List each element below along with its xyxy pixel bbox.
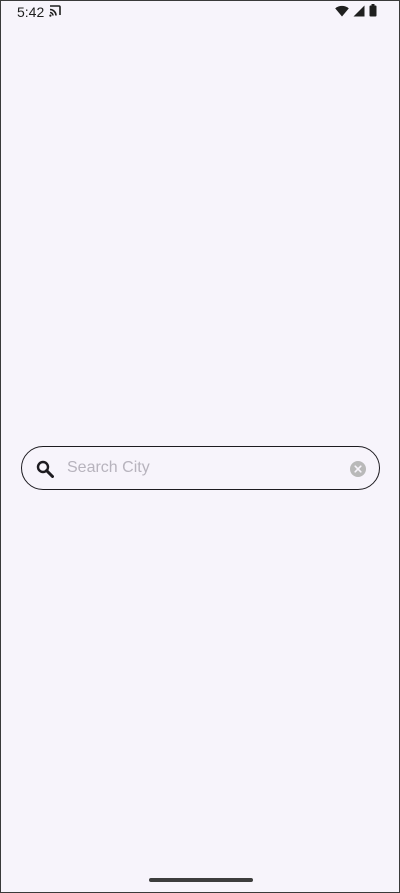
clear-icon[interactable] <box>350 461 366 477</box>
app-screen: 5:42 <box>0 0 400 893</box>
battery-icon <box>369 4 377 17</box>
signal-icon <box>353 5 365 16</box>
status-time: 5:42 <box>17 4 45 20</box>
search-icon <box>36 460 54 478</box>
status-bar: 5:42 <box>1 1 399 25</box>
cast-icon <box>49 5 61 17</box>
search-input[interactable] <box>67 456 337 480</box>
wifi-icon <box>335 5 349 16</box>
navigation-handle[interactable] <box>149 878 253 882</box>
search-bar[interactable] <box>21 446 380 490</box>
status-icons <box>335 4 377 17</box>
